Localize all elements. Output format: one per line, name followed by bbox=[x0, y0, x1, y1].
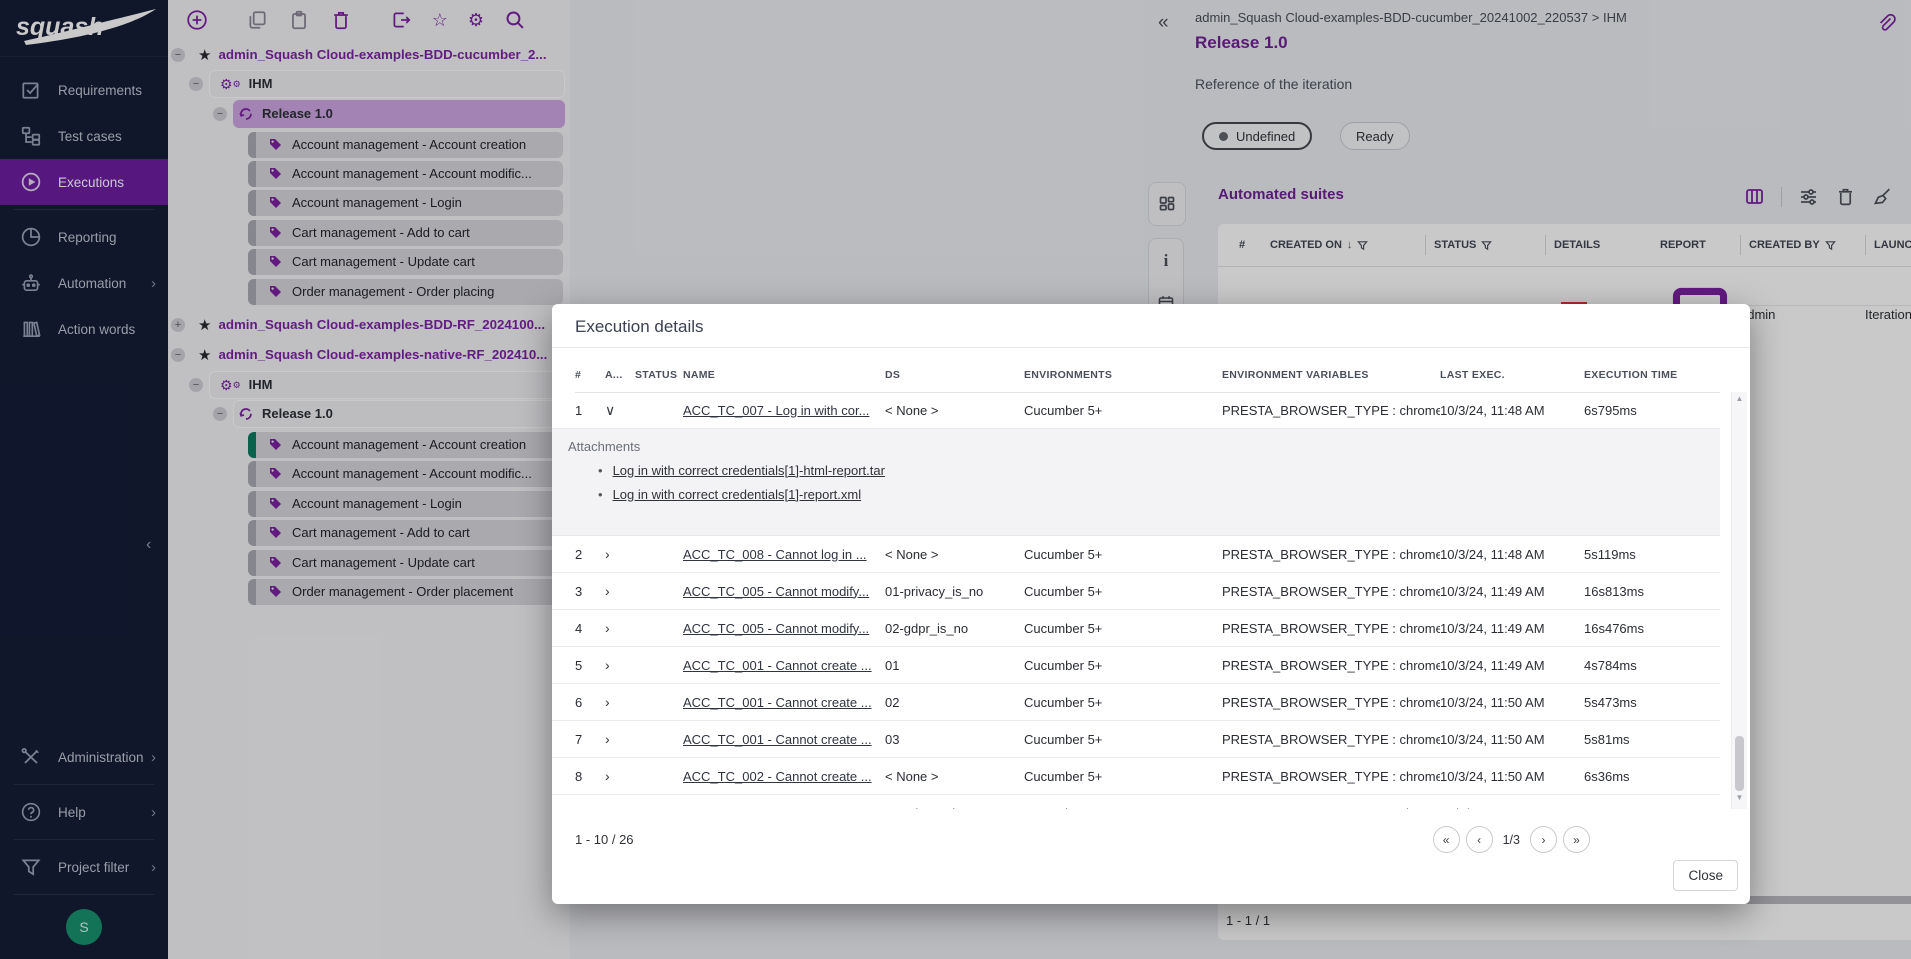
expand-row-icon[interactable]: › bbox=[605, 620, 635, 636]
expand-row-icon[interactable]: › bbox=[605, 657, 635, 673]
executions-scroll-area: 1 ∨ ACC_TC_007 - Log in with cor... < No… bbox=[552, 392, 1720, 809]
modal-row-range: 1 - 10 / 26 bbox=[575, 832, 634, 847]
expand-row-icon[interactable]: › bbox=[605, 805, 635, 809]
modal-pagination: « ‹ 1/3 › » bbox=[1433, 826, 1590, 853]
execution-row[interactable]: 3 › ACC_TC_005 - Cannot modify... 01-pri… bbox=[552, 573, 1720, 610]
execution-row[interactable]: 1 ∨ ACC_TC_007 - Log in with cor... < No… bbox=[552, 392, 1720, 429]
execution-link[interactable]: ACC_TC_001 - Cannot create ... bbox=[683, 732, 885, 747]
xcol-name: NAME bbox=[683, 369, 885, 381]
execution-row[interactable]: 6 › ACC_TC_001 - Cannot create ... 02 Cu… bbox=[552, 684, 1720, 721]
execution-row[interactable]: 5 › ACC_TC_001 - Cannot create ... 01 Cu… bbox=[552, 647, 1720, 684]
expand-row-icon[interactable]: › bbox=[605, 768, 635, 784]
scrollbar-thumb[interactable] bbox=[1735, 736, 1744, 791]
execution-row[interactable]: 4 › ACC_TC_005 - Cannot modify... 02-gdp… bbox=[552, 610, 1720, 647]
page-indicator: 1/3 bbox=[1503, 833, 1520, 847]
execution-link[interactable]: ACC_TC_001 - Cannot create ... bbox=[683, 658, 885, 673]
xcol-env-variables: ENVIRONMENT VARIABLES bbox=[1222, 369, 1440, 381]
previous-page-button[interactable]: ‹ bbox=[1466, 826, 1493, 853]
execution-link[interactable]: ACC_TC_005 - Cannot modify... bbox=[683, 584, 885, 599]
execution-row[interactable]: 7 › ACC_TC_001 - Cannot create ... 03 Cu… bbox=[552, 721, 1720, 758]
bullet-icon: • bbox=[598, 487, 603, 502]
expand-row-icon[interactable]: › bbox=[605, 694, 635, 710]
attachment-link[interactable]: Log in with correct credentials[1]-repor… bbox=[613, 487, 862, 502]
scroll-up-icon[interactable]: ▲ bbox=[1732, 394, 1747, 408]
bullet-icon: • bbox=[598, 463, 603, 478]
attachment-item: • Log in with correct credentials[1]-repo… bbox=[598, 487, 885, 502]
execution-link[interactable]: ACC_TC_007 - Log in with cor... bbox=[683, 403, 885, 418]
xcol-exec-time: EXECUTION TIME bbox=[1584, 369, 1700, 381]
attachments-label: Attachments bbox=[568, 439, 640, 454]
execution-link[interactable]: ACC_TC_005 - Cannot modify... bbox=[683, 621, 885, 636]
collapse-row-icon[interactable]: ∨ bbox=[605, 402, 635, 419]
attachment-item: • Log in with correct credentials[1]-html… bbox=[598, 463, 885, 478]
execution-row-partial[interactable]: 9 › ACC_TC_003 - Cannot create ... 01-pr… bbox=[552, 795, 1720, 809]
executions-header-row: # A... STATUS NAME DS ENVIRONMENTS ENVIR… bbox=[575, 358, 1720, 393]
execution-link[interactable]: ACC_TC_002 - Cannot create ... bbox=[683, 769, 885, 784]
xcol-status: STATUS bbox=[635, 369, 683, 381]
app-window: squash Requirements Test cases Execut bbox=[0, 0, 1911, 959]
execution-link[interactable]: ACC_TC_008 - Cannot log in ... bbox=[683, 547, 885, 562]
modal-title: Execution details bbox=[575, 317, 704, 337]
first-page-button[interactable]: « bbox=[1433, 826, 1460, 853]
expand-row-icon[interactable]: › bbox=[605, 546, 635, 562]
xcol-ds: DS bbox=[885, 369, 1024, 381]
scroll-down-icon[interactable]: ▼ bbox=[1732, 793, 1747, 807]
xcol-environments: ENVIRONMENTS bbox=[1024, 369, 1222, 381]
next-page-button[interactable]: › bbox=[1530, 826, 1557, 853]
execution-row[interactable]: 8 › ACC_TC_002 - Cannot create ... < Non… bbox=[552, 758, 1720, 795]
attachment-link[interactable]: Log in with correct credentials[1]-html-… bbox=[613, 463, 885, 478]
execution-link[interactable]: ACC_TC_003 - Cannot create ... bbox=[683, 806, 885, 810]
vertical-scrollbar[interactable]: ▲ ▼ bbox=[1731, 392, 1747, 809]
expand-row-icon[interactable]: › bbox=[605, 731, 635, 747]
execution-link[interactable]: ACC_TC_001 - Cannot create ... bbox=[683, 695, 885, 710]
close-button[interactable]: Close bbox=[1673, 860, 1738, 891]
execution-row[interactable]: 2 › ACC_TC_008 - Cannot log in ... < Non… bbox=[552, 536, 1720, 573]
expand-row-icon[interactable]: › bbox=[605, 583, 635, 599]
modal-divider bbox=[552, 347, 1750, 348]
xcol-last-exec: LAST EXEC. bbox=[1440, 369, 1584, 381]
attachments-panel: Attachments • Log in with correct credent… bbox=[552, 429, 1720, 536]
xcol-attachments: A... bbox=[605, 369, 635, 381]
xcol-num: # bbox=[575, 369, 605, 381]
execution-details-modal: Execution details # A... STATUS NAME DS … bbox=[552, 304, 1750, 904]
last-page-button[interactable]: » bbox=[1563, 826, 1590, 853]
